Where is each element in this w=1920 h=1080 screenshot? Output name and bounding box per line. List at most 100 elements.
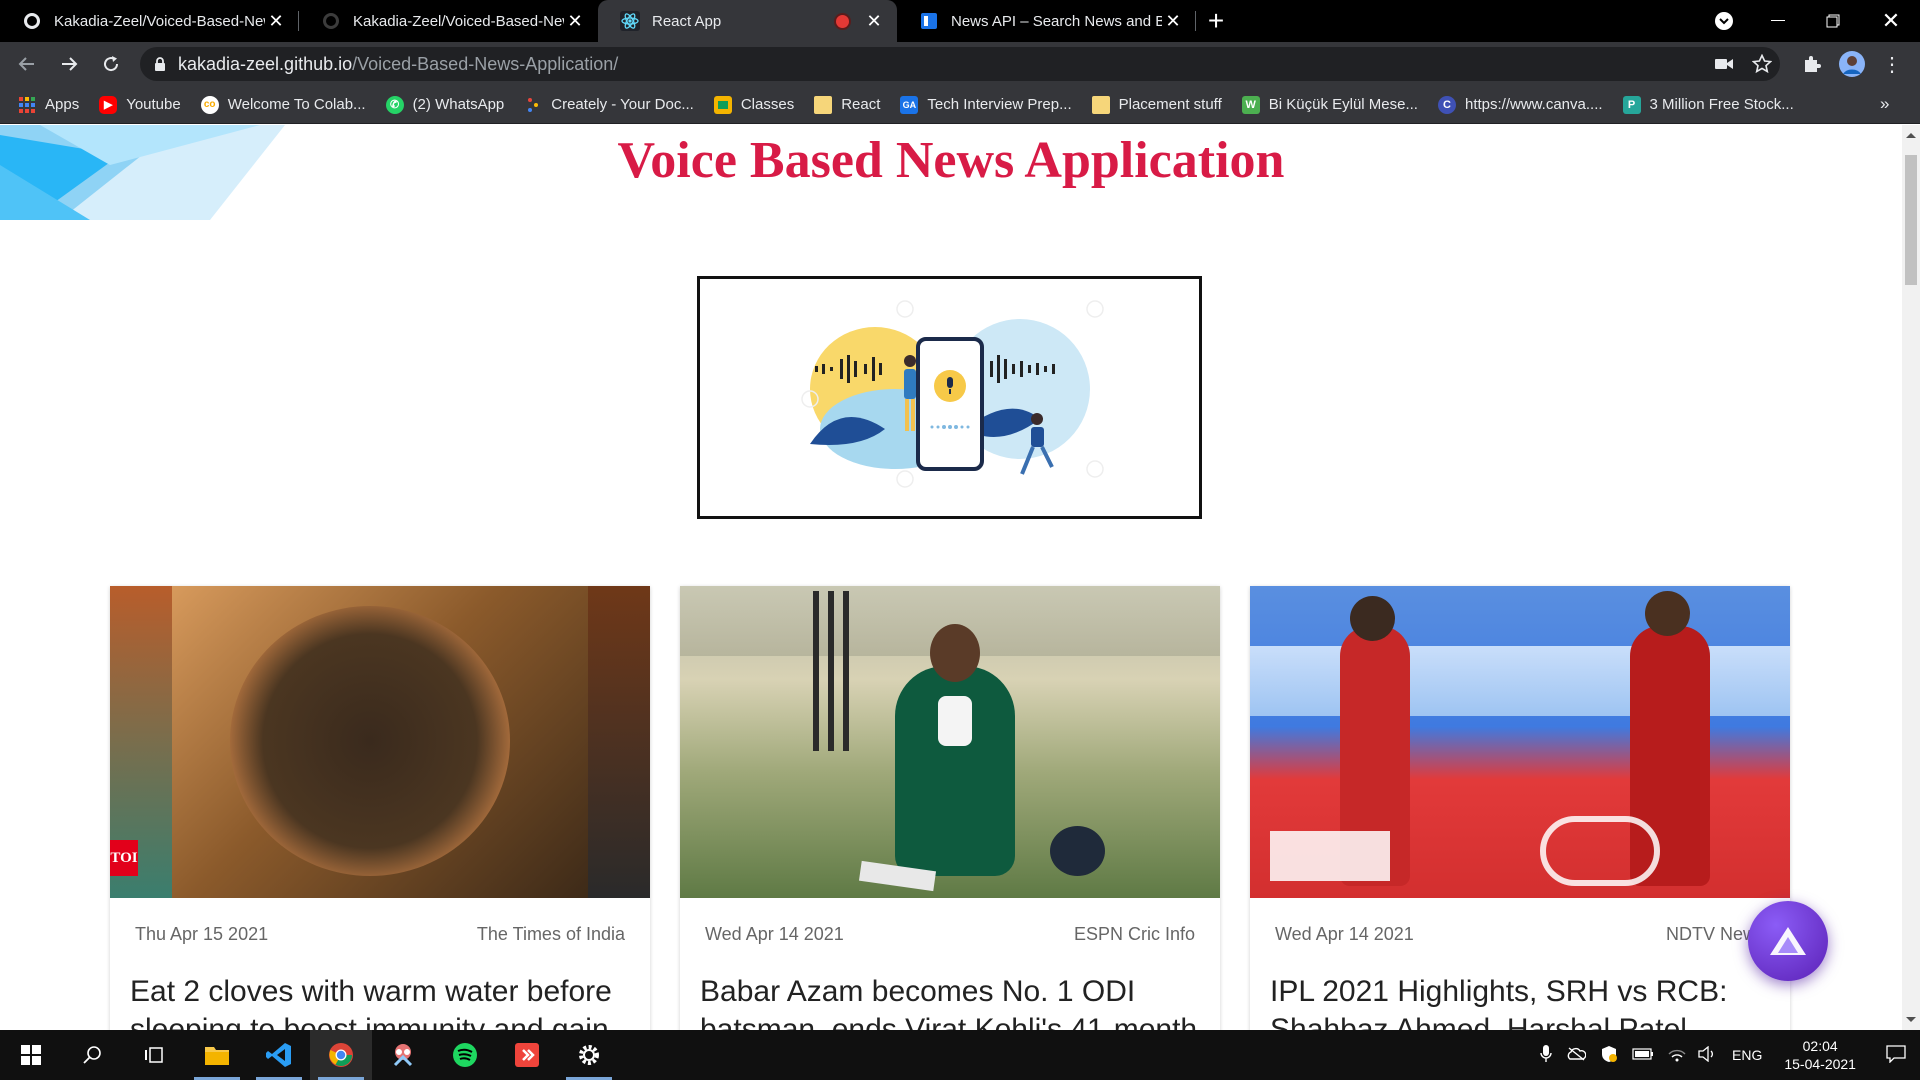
article-headline[interactable]: IPL 2021 Highlights, SRH vs RCB: Shahbaz…	[1250, 945, 1790, 1030]
scroll-down-icon[interactable]	[1906, 1017, 1916, 1022]
article-headline[interactable]: Babar Azam becomes No. 1 ODI batsman, en…	[680, 945, 1220, 1030]
browser-toolbar: kakadia-zeel.github.io/Voiced-Based-News…	[0, 42, 1920, 86]
article-image-ipl	[1250, 586, 1790, 898]
bookmark-label: 3 Million Free Stock...	[1649, 96, 1794, 113]
address-bar[interactable]: kakadia-zeel.github.io/Voiced-Based-News…	[140, 47, 1780, 81]
anydesk-icon[interactable]	[496, 1030, 558, 1080]
language-indicator[interactable]: ENG	[1732, 1047, 1762, 1063]
bookmark-classes[interactable]: Classes	[713, 95, 794, 114]
security-shield-icon[interactable]	[1600, 1045, 1618, 1066]
scroll-up-icon[interactable]	[1906, 133, 1916, 138]
github-icon	[321, 11, 341, 31]
bookmark-star-icon[interactable]	[1748, 50, 1776, 78]
back-icon[interactable]	[6, 42, 48, 86]
article-date: Wed Apr 14 2021	[705, 924, 844, 944]
close-tab-icon[interactable]: ✕	[863, 11, 885, 32]
page-scrollbar[interactable]	[1902, 125, 1920, 1030]
bookmark-label: React	[841, 96, 881, 113]
bookmarks-overflow-icon[interactable]: »	[1880, 94, 1889, 114]
news-card-2[interactable]: Wed Apr 14 2021 ESPN Cric Info Babar Aza…	[680, 586, 1220, 1030]
file-explorer-icon[interactable]	[186, 1030, 248, 1080]
search-icon[interactable]	[62, 1030, 124, 1080]
clock[interactable]: 02:04 15-04-2021	[1784, 1037, 1856, 1073]
article-date: Wed Apr 14 2021	[1275, 924, 1414, 944]
bookmark-colab[interactable]: co Welcome To Colab...	[200, 95, 366, 114]
bookmark-placement[interactable]: Placement stuff	[1091, 95, 1222, 114]
close-window-icon[interactable]: ✕	[1866, 0, 1916, 42]
news-card-3[interactable]: Wed Apr 14 2021 NDTV News IPL 2021 Highl…	[1250, 586, 1790, 1030]
page-title: Voice Based News Application	[617, 132, 1285, 189]
url-path: /Voiced-Based-News-Application/	[352, 53, 619, 74]
bookmark-creately[interactable]: Creately - Your Doc...	[524, 96, 694, 114]
toi-badge: TOI	[110, 840, 138, 876]
newsapi-icon	[919, 11, 939, 31]
windows-logo-icon	[21, 1045, 41, 1065]
vscode-icon[interactable]	[248, 1030, 310, 1080]
bookmark-label: Placement stuff	[1118, 96, 1222, 113]
bookmark-label: Tech Interview Prep...	[927, 96, 1072, 113]
forward-icon[interactable]	[48, 42, 90, 86]
creately-icon	[524, 96, 542, 114]
bookmark-youtube[interactable]: ▶ Youtube	[99, 95, 181, 114]
url-host: kakadia-zeel.github.io	[178, 53, 353, 74]
battery-icon[interactable]	[1632, 1047, 1654, 1063]
tab-github-2[interactable]: Kakadia-Zeel/Voiced-Based-New ✕	[299, 0, 598, 42]
extensions-icon[interactable]	[1798, 50, 1826, 78]
bookmarks-bar: Apps ▶ Youtube co Welcome To Colab... ✆ …	[0, 86, 1920, 124]
bookmark-label: Apps	[45, 96, 80, 113]
start-button[interactable]	[0, 1030, 62, 1080]
bookmark-label: (2) WhatsApp	[412, 96, 505, 113]
menu-kebab-icon[interactable]: ⋮	[1878, 50, 1906, 78]
scrollbar-thumb[interactable]	[1905, 155, 1917, 285]
snipping-tool-icon[interactable]	[372, 1030, 434, 1080]
restore-icon[interactable]	[1810, 0, 1856, 42]
new-tab-button[interactable]: +	[1196, 0, 1236, 42]
clock-time: 02:04	[1802, 1038, 1838, 1054]
tab-search-icon[interactable]	[1706, 0, 1742, 42]
tab-react-app[interactable]: React App ✕	[598, 0, 897, 42]
news-card-1[interactable]: TOI Thu Apr 15 2021 The Times of India E…	[110, 586, 650, 1030]
volume-icon[interactable]	[1698, 1045, 1716, 1065]
bookmark-label: Bi Küçük Eylül Mese...	[1268, 96, 1418, 113]
article-headline[interactable]: Eat 2 cloves with warm water before slee…	[110, 945, 650, 1030]
spotify-icon[interactable]	[434, 1030, 496, 1080]
folder-icon	[1091, 95, 1110, 114]
tab-news-api[interactable]: News API – Search News and Blo ✕	[897, 0, 1196, 42]
close-tab-icon[interactable]: ✕	[265, 11, 287, 32]
bookmark-label: Creately - Your Doc...	[551, 96, 694, 113]
lock-icon	[154, 56, 166, 72]
profile-avatar[interactable]	[1838, 50, 1866, 78]
reload-icon[interactable]	[90, 42, 132, 86]
close-tab-icon[interactable]: ✕	[564, 11, 586, 32]
wifi-icon[interactable]	[1668, 1046, 1686, 1065]
voice-assistant-button[interactable]	[1748, 901, 1828, 981]
bookmark-tech-interview[interactable]: GA Tech Interview Prep...	[900, 95, 1072, 114]
chrome-icon[interactable]	[310, 1030, 372, 1080]
task-view-icon[interactable]	[124, 1030, 186, 1080]
bookmark-canva[interactable]: C https://www.canva....	[1437, 95, 1603, 114]
github-icon	[22, 11, 42, 31]
tab-title: Kakadia-Zeel/Voiced-Based-New	[353, 12, 564, 30]
page-content: Voice Based News Application TOI Thu Apr…	[0, 125, 1902, 1030]
react-icon	[620, 11, 640, 31]
notifications-icon[interactable]	[1886, 1044, 1906, 1066]
bookmark-apps[interactable]: Apps	[18, 96, 79, 114]
colab-icon: co	[200, 95, 219, 114]
gfg-icon: GA	[900, 95, 919, 114]
bookmark-react[interactable]: React	[814, 95, 881, 114]
classroom-icon	[713, 95, 732, 114]
wattpad-icon: W	[1241, 95, 1260, 114]
bookmark-wattpad[interactable]: W Bi Küçük Eylül Mese...	[1241, 95, 1418, 114]
microphone-icon[interactable]	[1540, 1044, 1552, 1066]
tab-github-1[interactable]: Kakadia-Zeel/Voiced-Based-New ✕	[0, 0, 299, 42]
settings-gear-icon[interactable]	[558, 1030, 620, 1080]
onedrive-icon[interactable]	[1566, 1046, 1587, 1064]
minimize-icon[interactable]	[1755, 0, 1801, 42]
tab-title: React App	[652, 12, 722, 30]
folder-icon	[814, 95, 833, 114]
bookmark-stock[interactable]: P 3 Million Free Stock...	[1622, 95, 1794, 114]
bookmark-label: Youtube	[126, 96, 181, 113]
bookmark-whatsapp[interactable]: ✆ (2) WhatsApp	[385, 95, 505, 114]
close-tab-icon[interactable]: ✕	[1162, 11, 1184, 32]
camera-icon[interactable]	[1710, 50, 1738, 78]
